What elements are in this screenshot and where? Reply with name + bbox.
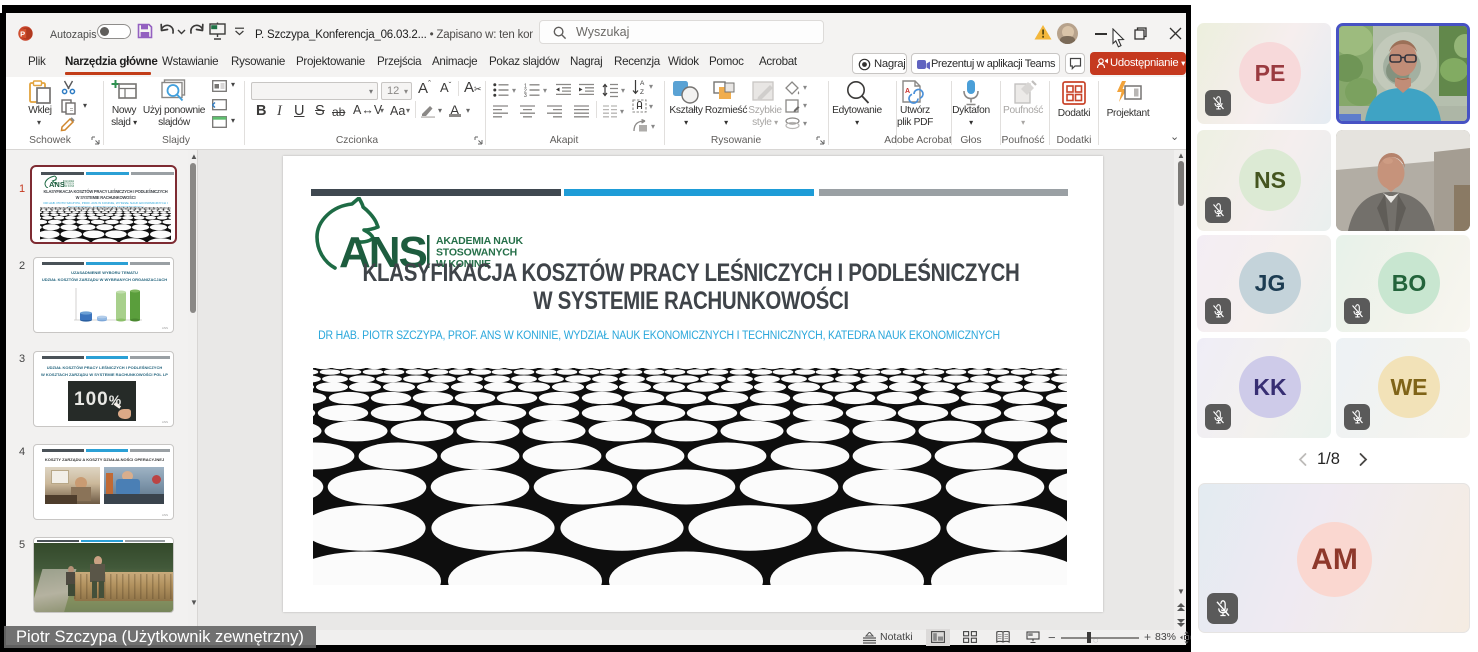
svg-text:W KONINIE: W KONINIE [65,186,74,188]
svg-text:A: A [640,80,645,87]
svg-text:A: A [905,88,910,95]
svg-text:P: P [20,30,25,39]
svg-text:AKADEMIA NAUK: AKADEMIA NAUK [436,235,523,247]
svg-text:Z: Z [640,89,644,95]
svg-text:3: 3 [524,93,527,97]
svg-text:ANS: ANS [49,180,65,188]
svg-text:STOSOWANYCH: STOSOWANYCH [436,247,517,259]
svg-text:AKADEMIA NAUK: AKADEMIA NAUK [65,180,74,183]
